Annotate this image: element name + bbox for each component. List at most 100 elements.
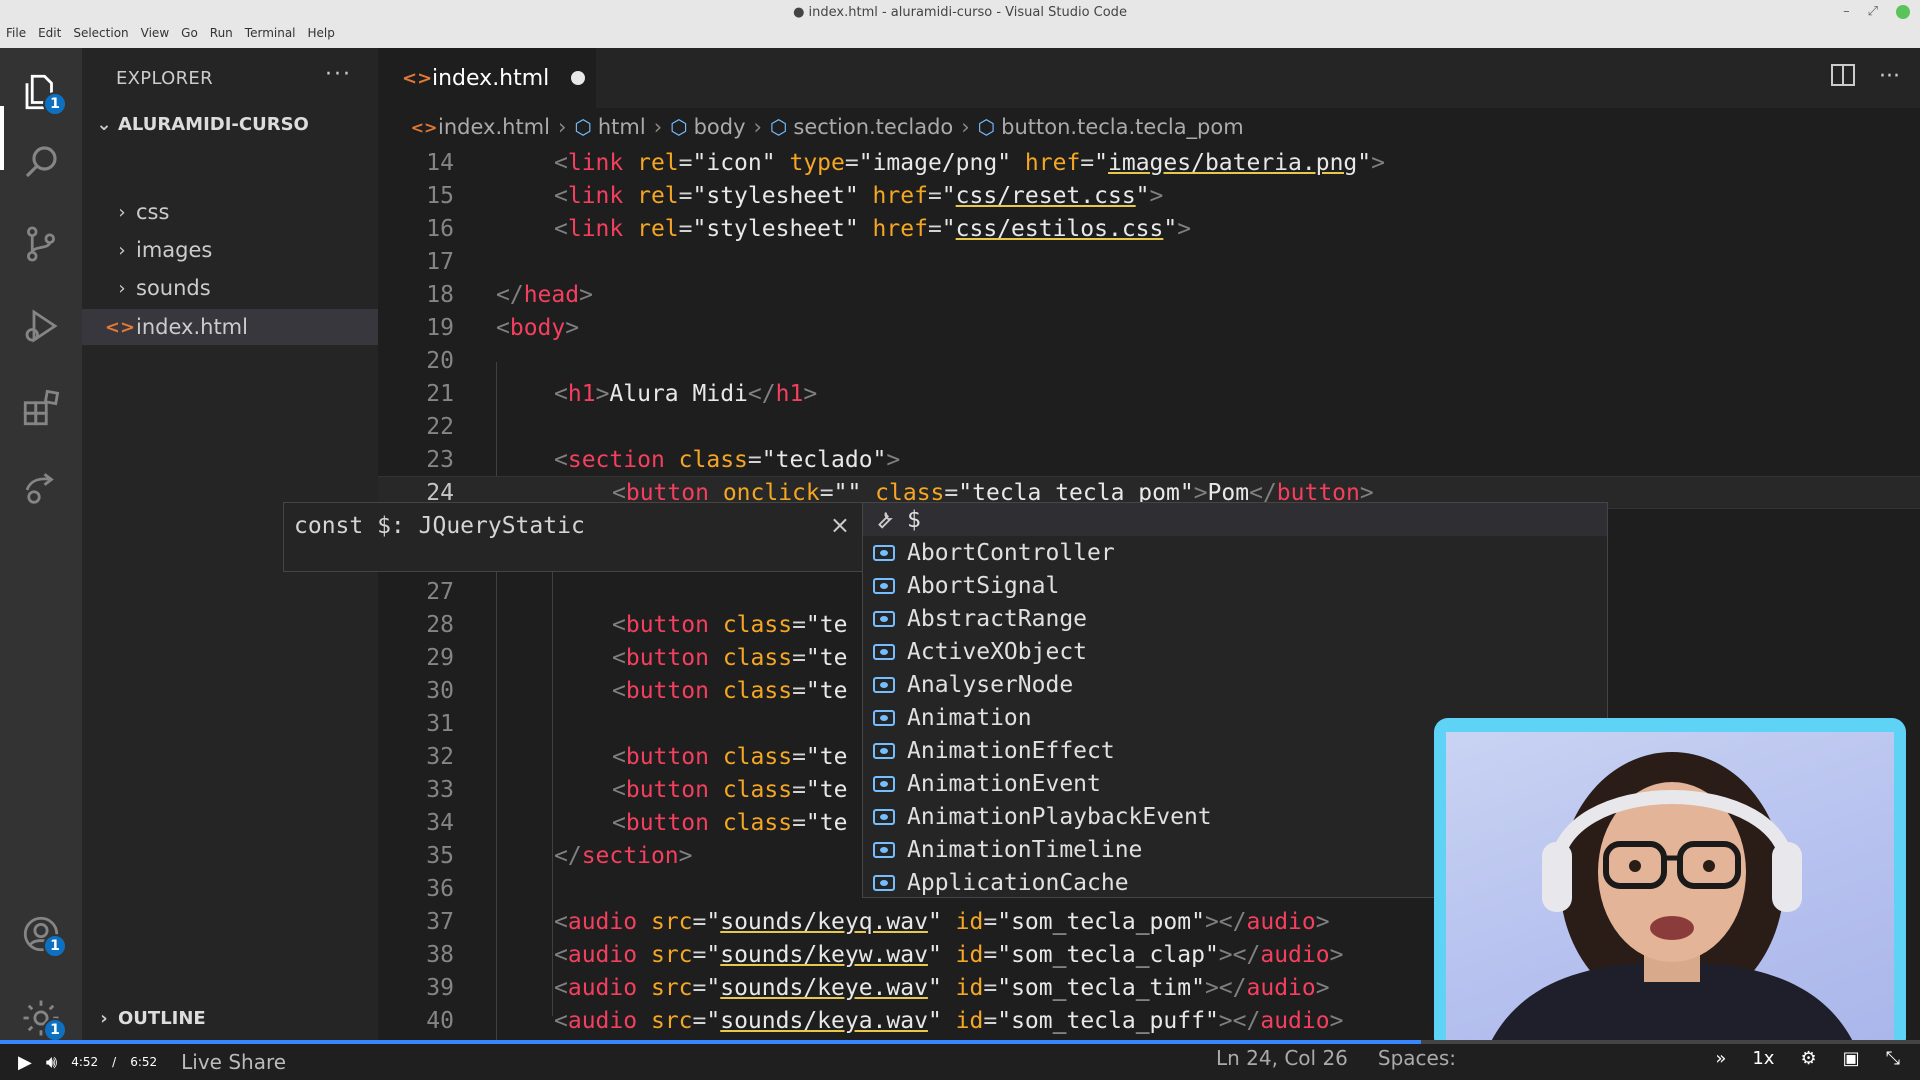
suggestion-label: AbortController bbox=[907, 539, 1115, 566]
variable-icon bbox=[873, 577, 895, 594]
code-line: 21 <h1>Alura Midi</h1> bbox=[378, 377, 1920, 410]
indentation[interactable]: Spaces: bbox=[1378, 1046, 1456, 1070]
breadcrumb-section[interactable]: section.teclado bbox=[793, 115, 953, 139]
maximize-icon[interactable]: ⤢ bbox=[1868, 4, 1878, 19]
hover-tooltip: const $: JQueryStatic × bbox=[283, 502, 863, 572]
tree-item-label: css bbox=[136, 200, 170, 224]
line-number: 16 bbox=[426, 215, 454, 242]
cursor-position[interactable]: Ln 24, Col 26 bbox=[1216, 1046, 1348, 1070]
suggestion-header[interactable]: $ bbox=[863, 503, 1607, 536]
play-icon[interactable]: ▶ bbox=[18, 1052, 32, 1073]
menu-selection[interactable]: Selection bbox=[73, 26, 128, 40]
skip-forward-icon[interactable]: » bbox=[1715, 1048, 1726, 1069]
video-progress-bar[interactable] bbox=[0, 1040, 1920, 1044]
sidebar-title: EXPLORER bbox=[116, 68, 213, 89]
chevron-right-icon: › bbox=[653, 115, 663, 139]
outline-label: OUTLINE bbox=[118, 1008, 206, 1029]
line-number: 32 bbox=[426, 743, 454, 770]
chevron-right-icon: › bbox=[100, 1008, 108, 1029]
search-icon[interactable] bbox=[17, 138, 65, 186]
breadcrumb-file[interactable]: index.html bbox=[438, 115, 550, 139]
code-line: 17 bbox=[378, 245, 1920, 278]
source-control-icon[interactable] bbox=[17, 220, 65, 268]
extensions-icon[interactable] bbox=[17, 384, 65, 432]
menu-help[interactable]: Help bbox=[308, 26, 335, 40]
suggestion-item[interactable]: AbstractRange bbox=[863, 602, 1607, 635]
menu-run[interactable]: Run bbox=[210, 26, 233, 40]
menu-view[interactable]: View bbox=[141, 26, 169, 40]
run-debug-icon[interactable] bbox=[17, 302, 65, 350]
player-controls: ▶ 🔊︎ 4:52 / 6:52 Live Share bbox=[18, 1050, 286, 1074]
chevron-right-icon: › bbox=[118, 239, 126, 261]
variable-icon bbox=[873, 643, 895, 660]
code-line: 20 bbox=[378, 344, 1920, 377]
split-editor-icon[interactable] bbox=[1831, 64, 1856, 86]
live-share-icon[interactable] bbox=[17, 466, 65, 514]
live-share-label[interactable]: Live Share bbox=[181, 1050, 286, 1074]
fullscreen-icon[interactable]: ⤡ bbox=[1886, 1048, 1900, 1069]
wrench-icon bbox=[869, 508, 899, 532]
chevron-right-icon: › bbox=[118, 277, 126, 299]
unsaved-dot-icon[interactable] bbox=[571, 71, 586, 85]
playback-speed[interactable]: 1x bbox=[1752, 1048, 1774, 1069]
close-icon[interactable] bbox=[1896, 4, 1910, 19]
variable-icon bbox=[873, 742, 895, 759]
more-actions-icon[interactable]: ··· bbox=[1879, 64, 1900, 89]
suggestion-label: ApplicationCache bbox=[907, 869, 1129, 896]
outline-section[interactable]: › OUTLINE bbox=[90, 1008, 206, 1029]
breadcrumb-body[interactable]: body bbox=[694, 115, 746, 139]
accounts-icon[interactable]: 1 bbox=[17, 910, 67, 958]
chevron-right-icon: › bbox=[753, 115, 762, 139]
suggestion-item[interactable]: AbortSignal bbox=[863, 569, 1607, 602]
line-number: 31 bbox=[426, 710, 454, 737]
editor-actions: ··· bbox=[1831, 64, 1900, 89]
workspace-root[interactable]: ⌄ ALURAMIDI-CURSO bbox=[90, 114, 308, 135]
player-actions: » 1x ⚙ ▣ ⤡ bbox=[1715, 1048, 1900, 1069]
settings-gear-icon[interactable]: ⚙ bbox=[1800, 1048, 1816, 1069]
chevron-down-icon: ⌄ bbox=[96, 114, 112, 135]
more-actions-icon[interactable]: ··· bbox=[325, 62, 352, 87]
picture-in-picture-icon[interactable]: ▣ bbox=[1843, 1048, 1860, 1069]
tab-index-html[interactable]: <> index.html bbox=[378, 48, 596, 108]
time-total: 6:52 bbox=[130, 1055, 158, 1069]
menu-go[interactable]: Go bbox=[181, 26, 198, 40]
hover-text: const $: JQueryStatic bbox=[294, 513, 585, 539]
line-number: 21 bbox=[426, 380, 454, 407]
html-file-icon: <> bbox=[402, 67, 433, 89]
variable-icon bbox=[873, 709, 895, 726]
presenter-video bbox=[1446, 732, 1894, 1052]
menu-edit[interactable]: Edit bbox=[38, 26, 61, 40]
tree-item-css[interactable]: › css bbox=[82, 194, 378, 230]
status-bar bbox=[0, 1040, 1920, 1080]
code-line: 22 bbox=[378, 410, 1920, 443]
suggestion-label: AnalyserNode bbox=[907, 671, 1074, 698]
minimize-icon[interactable]: – bbox=[1843, 4, 1850, 19]
suggestion-label: Animation bbox=[907, 704, 1032, 731]
tree-item-images[interactable]: › images bbox=[82, 232, 378, 268]
menu-file[interactable]: File bbox=[6, 26, 26, 40]
variable-icon bbox=[873, 808, 895, 825]
line-number: 34 bbox=[426, 809, 454, 836]
suggestion-label: AnimationEffect bbox=[907, 737, 1115, 764]
tree-item-index-html[interactable]: <> index.html bbox=[82, 309, 378, 345]
explorer-icon[interactable]: 1 bbox=[17, 68, 67, 116]
variable-icon bbox=[873, 544, 895, 561]
breadcrumb-html[interactable]: html bbox=[598, 115, 646, 139]
close-icon[interactable]: × bbox=[830, 511, 850, 539]
suggestion-item[interactable]: AbortController bbox=[863, 536, 1607, 569]
volume-icon[interactable]: 🔊︎ bbox=[46, 1052, 57, 1073]
settings-gear-icon[interactable]: 1 bbox=[17, 994, 67, 1042]
line-number: 17 bbox=[426, 248, 454, 275]
tree-item-label: images bbox=[136, 238, 213, 262]
tree-item-sounds[interactable]: › sounds bbox=[82, 270, 378, 306]
code-line: 18 </head> bbox=[378, 278, 1920, 311]
menu-terminal[interactable]: Terminal bbox=[245, 26, 296, 40]
line-number: 23 bbox=[426, 446, 454, 473]
suggestion-item[interactable]: ActiveXObject bbox=[863, 635, 1607, 668]
breadcrumb-button[interactable]: button.tecla.tecla_pom bbox=[1001, 115, 1244, 139]
variable-icon bbox=[873, 775, 895, 792]
chevron-right-icon: › bbox=[961, 115, 970, 139]
variable-icon bbox=[873, 676, 895, 693]
suggestion-item[interactable]: AnalyserNode bbox=[863, 668, 1607, 701]
accounts-badge: 1 bbox=[43, 934, 67, 958]
